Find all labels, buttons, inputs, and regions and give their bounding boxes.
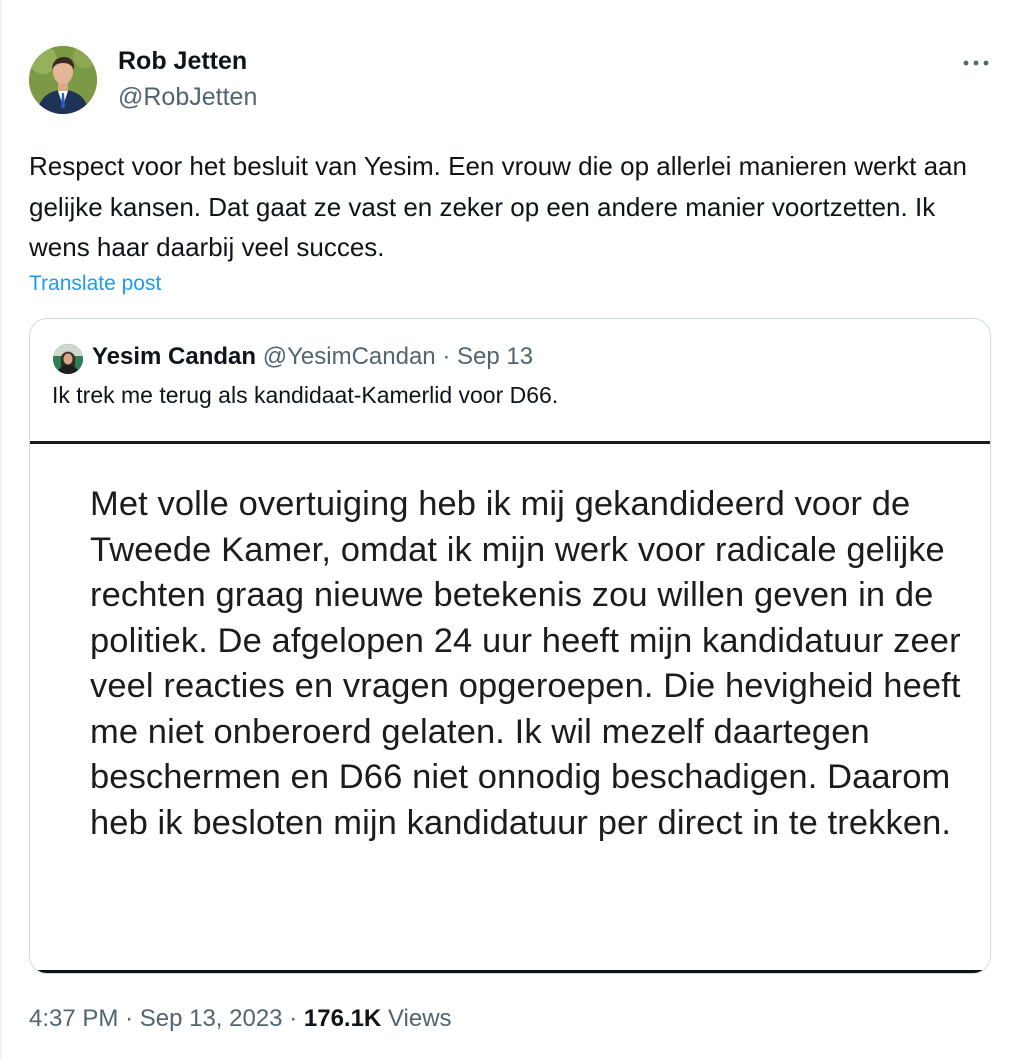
quote-author-name[interactable]: Yesim Candan [92, 343, 256, 370]
quote-attached-image[interactable]: Met volle overtuiging heb ik mij gekandi… [30, 441, 990, 973]
translate-post-link[interactable]: Translate post [29, 272, 161, 296]
views-count: 176.1K [303, 1005, 382, 1032]
profile-photo-icon [53, 344, 83, 374]
tweet-timestamp[interactable]: 4:37 PM · Sep 13, 2023 [29, 1005, 283, 1032]
quote-author-handle[interactable]: @YesimCandan [263, 343, 436, 370]
quote-text: Ik trek me terug als kandidaat-Kamerlid … [52, 382, 559, 408]
author-avatar[interactable] [29, 46, 97, 114]
more-horizontal-icon [963, 60, 989, 66]
quote-header: Yesim Candan @YesimCandan · Sep 13 [92, 343, 533, 371]
author-handle[interactable]: @RobJetten [118, 83, 257, 112]
tweet-meta: 4:37 PM · Sep 13, 2023 · 176.1K Views [29, 1005, 452, 1033]
quote-date[interactable]: Sep 13 [457, 343, 533, 370]
quote-image-text: Met volle overtuiging heb ik mij gekandi… [90, 485, 961, 842]
tweet-date: Sep 13, 2023 [139, 1005, 283, 1032]
tweet: Rob Jetten @RobJetten Respect voor het b… [0, 0, 1014, 1060]
author-name[interactable]: Rob Jetten [118, 47, 247, 76]
profile-photo-icon [29, 46, 97, 114]
quote-author-avatar[interactable] [53, 344, 83, 374]
more-options-button[interactable] [958, 50, 994, 76]
image-bottom-border [30, 970, 990, 973]
quote-separator: · [442, 343, 451, 370]
tweet-text: Respect voor het besluit van Yesim. Een … [29, 151, 967, 262]
views-label: Views [387, 1005, 452, 1032]
tweet-time: 4:37 PM [29, 1005, 119, 1032]
meta-separator: · [125, 1005, 134, 1032]
quoted-tweet[interactable]: Yesim Candan @YesimCandan · Sep 13 Ik tr… [29, 318, 991, 974]
meta-separator: · [289, 1005, 298, 1032]
